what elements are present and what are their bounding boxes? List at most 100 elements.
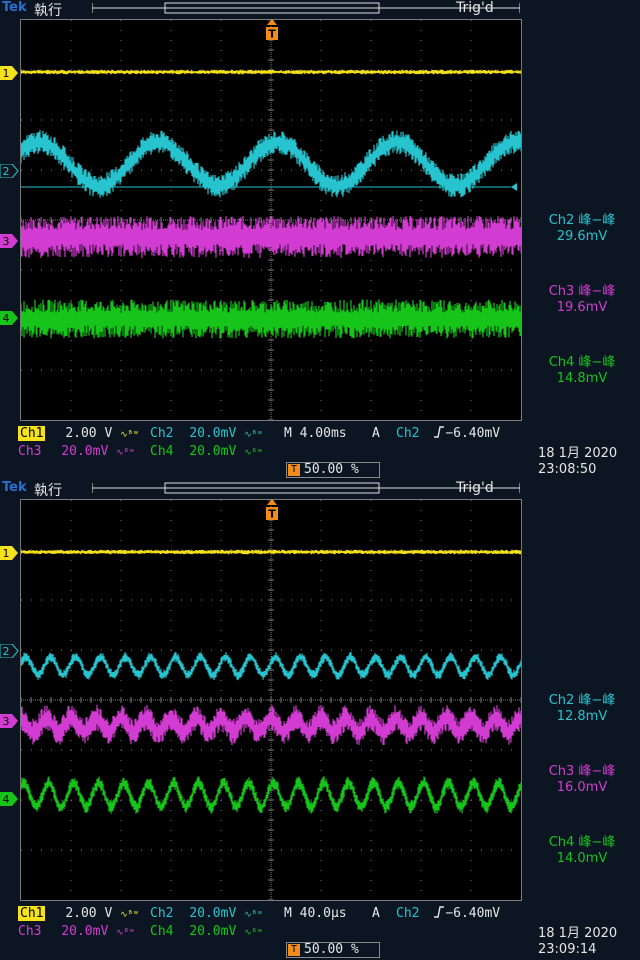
meas-ch4: Ch4 峰−峰 14.0mV	[524, 835, 640, 867]
meas-value: 29.6mV	[556, 229, 608, 244]
channel-marker-icon: 4	[0, 311, 18, 325]
brand-logo: Tek	[2, 480, 27, 495]
waveform-plot	[20, 499, 522, 901]
ch3-scale[interactable]: Ch3 20.0mV ∿ᴮʷ	[18, 924, 135, 940]
ch2-scale[interactable]: Ch2 20.0mV ∿ᴮʷ	[150, 906, 263, 922]
trigger-level-marker-icon	[511, 183, 517, 191]
meas-label: Ch2 峰−峰	[548, 213, 616, 228]
timebase[interactable]: M 40.0µs	[284, 906, 347, 922]
channel-marker-icon: 2	[0, 163, 19, 179]
meas-label: Ch3 峰−峰	[548, 764, 616, 779]
acq-mode: A	[372, 906, 380, 921]
svg-text:4: 4	[3, 793, 10, 806]
status-bar: Ch1 2.00 V ∿ᴮʷ Ch2 20.0mV ∿ᴮʷ M 40.0µs A…	[0, 904, 640, 960]
edge-rising-icon	[434, 906, 445, 918]
meas-label: Ch4 峰−峰	[548, 355, 616, 370]
trigger-marker-icon: T	[288, 464, 300, 476]
ch4-trace	[21, 776, 521, 814]
coupling-icon: ∿ᴮʷ	[116, 448, 135, 458]
coupling-icon: ∿ᴮʷ	[244, 928, 263, 938]
timestamp: 18 1月 2020 23:08:50	[538, 446, 618, 477]
ch1-scale[interactable]: Ch1 2.00 V ∿ᴮʷ	[18, 906, 139, 922]
meas-value: 16.0mV	[556, 780, 608, 795]
ch1-trace	[21, 549, 521, 555]
svg-text:2: 2	[3, 165, 10, 178]
ch4-trace	[21, 299, 521, 339]
meas-ch2: Ch2 峰−峰 12.8mV	[524, 693, 640, 725]
ch4-marker[interactable]: 4	[0, 791, 20, 806]
svg-text:1: 1	[3, 67, 10, 80]
trigger-position[interactable]: T 50.00 %	[286, 462, 380, 478]
coupling-icon: ∿ᴮʷ	[244, 430, 263, 440]
trigger-status: Trig'd	[456, 0, 494, 16]
trigger-setting[interactable]: Ch2 −6.40mV	[396, 426, 500, 442]
ch2-scale[interactable]: Ch2 20.0mV ∿ᴮʷ	[150, 426, 263, 442]
trigger-marker-icon: T	[288, 944, 300, 956]
channel-marker-icon: 3	[0, 714, 18, 728]
svg-text:3: 3	[3, 715, 10, 728]
ch3-trace	[21, 704, 521, 746]
ch1-marker[interactable]: 1	[0, 65, 20, 80]
ch2-trace	[21, 130, 521, 198]
ch4-scale[interactable]: Ch4 20.0mV ∿ᴮʷ	[150, 924, 263, 940]
channel-marker-icon: 1	[0, 546, 18, 560]
ch3-marker[interactable]: 3	[0, 233, 20, 248]
ch4-marker[interactable]: 4	[0, 310, 20, 325]
trigger-position[interactable]: T 50.00 %	[286, 942, 380, 958]
ch1-scale[interactable]: Ch1 2.00 V ∿ᴮʷ	[18, 426, 139, 442]
timestamp: 18 1月 2020 23:09:14	[538, 926, 618, 957]
channel-marker-icon: 2	[0, 643, 19, 659]
channel-marker-icon: 3	[0, 234, 18, 248]
acq-mode: A	[372, 426, 380, 441]
status-bar: Ch1 2.00 V ∿ᴮʷ Ch2 20.0mV ∿ᴮʷ M 4.00ms A…	[0, 424, 640, 480]
top-bar: Tek 執行 Trig'd	[0, 480, 640, 499]
coupling-icon: ∿ᴮʷ	[244, 448, 263, 458]
meas-ch3: Ch3 峰−峰 16.0mV	[524, 764, 640, 796]
scope-screen-1: Tek 執行 Trig'd T 1 2 3 4 Ch2 峰−峰 29.6mV C…	[0, 0, 640, 480]
ch1-marker[interactable]: 1	[0, 545, 20, 560]
coupling-icon: ∿ᴮʷ	[120, 910, 139, 920]
meas-value: 12.8mV	[556, 709, 608, 724]
svg-text:T: T	[268, 508, 276, 521]
waveforms	[21, 549, 521, 814]
meas-value: 14.0mV	[556, 851, 608, 866]
brand-logo: Tek	[2, 0, 27, 15]
ch1-trace	[21, 69, 521, 75]
waveforms	[21, 69, 521, 339]
meas-label: Ch2 峰−峰	[548, 693, 616, 708]
coupling-icon: ∿ᴮʷ	[120, 430, 139, 440]
svg-text:T: T	[268, 28, 276, 41]
trigger-status: Trig'd	[456, 480, 494, 496]
meas-value: 14.8mV	[556, 371, 608, 386]
meas-ch4: Ch4 峰−峰 14.8mV	[524, 355, 640, 387]
coupling-icon: ∿ᴮʷ	[116, 928, 135, 938]
timebase[interactable]: M 4.00ms	[284, 426, 347, 442]
trigger-setting[interactable]: Ch2 −6.40mV	[396, 906, 500, 922]
svg-text:4: 4	[3, 312, 10, 325]
run-state: 執行	[34, 3, 62, 19]
ch4-scale[interactable]: Ch4 20.0mV ∿ᴮʷ	[150, 444, 263, 460]
svg-text:3: 3	[3, 235, 10, 248]
trigger-marker-icon[interactable]: T	[264, 499, 280, 521]
ch2-trace	[21, 652, 521, 681]
ch3-marker[interactable]: 3	[0, 713, 20, 728]
top-bar: Tek 執行 Trig'd	[0, 0, 640, 19]
meas-value: 19.6mV	[556, 300, 608, 315]
coupling-icon: ∿ᴮʷ	[244, 910, 263, 920]
waveform-plot	[20, 19, 522, 421]
ch2-marker[interactable]: 2	[0, 643, 20, 659]
ch3-scale[interactable]: Ch3 20.0mV ∿ᴮʷ	[18, 444, 135, 460]
run-state: 執行	[34, 483, 62, 499]
ch3-trace	[21, 216, 521, 258]
svg-text:1: 1	[3, 547, 10, 560]
edge-rising-icon	[434, 426, 445, 438]
scope-screen-2: Tek 執行 Trig'd T 1 2 3 4 Ch2 峰−峰 12.8mV C…	[0, 480, 640, 960]
svg-text:2: 2	[3, 645, 10, 658]
trigger-marker-icon[interactable]: T	[264, 19, 280, 41]
channel-marker-icon: 4	[0, 792, 18, 806]
meas-label: Ch3 峰−峰	[548, 284, 616, 299]
channel-marker-icon: 1	[0, 66, 18, 80]
meas-ch2: Ch2 峰−峰 29.6mV	[524, 213, 640, 245]
ch2-marker[interactable]: 2	[0, 163, 20, 179]
meas-label: Ch4 峰−峰	[548, 835, 616, 850]
